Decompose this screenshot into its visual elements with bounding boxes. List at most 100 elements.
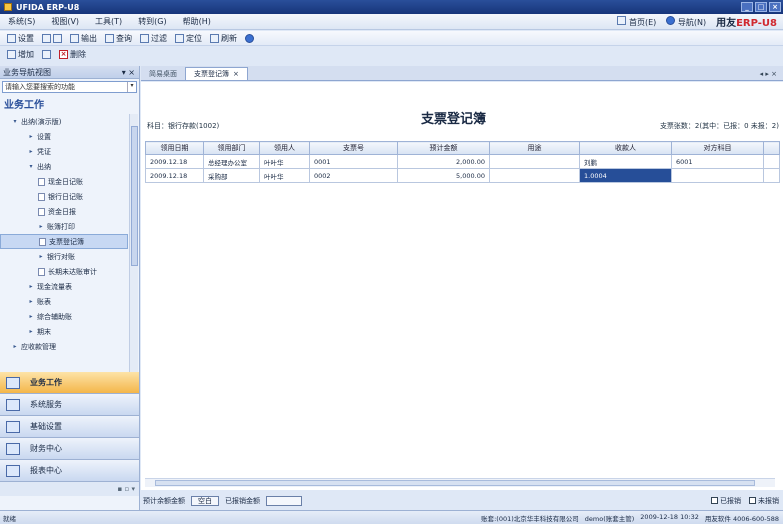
tree-node-selected[interactable]: 支票登记簿 bbox=[0, 234, 128, 249]
document-icon bbox=[39, 237, 46, 246]
tree-node[interactable]: ▸ 设置 bbox=[0, 129, 128, 144]
tab-close-icon[interactable]: × bbox=[233, 70, 239, 78]
subject-label: 科目：银行存款(1002) bbox=[147, 122, 220, 130]
menu-view[interactable]: 视图(V) bbox=[43, 16, 87, 27]
table-cell[interactable]: 2009.12.18 bbox=[145, 168, 204, 183]
table-cell[interactable] bbox=[763, 168, 780, 183]
tree-node[interactable]: 银行日记账 bbox=[0, 189, 128, 204]
column-header[interactable]: 收款人 bbox=[579, 141, 672, 155]
menu-system[interactable]: 系统(S) bbox=[0, 16, 43, 27]
function-tree: ▾ 出纳(演示版) ▸ 设置 ▸ 凭证 ▾ 出纳 现金日记账 银行日记账 资金日报 ▸ 账… bbox=[0, 114, 128, 370]
column-header[interactable]: 领用部门 bbox=[203, 141, 260, 155]
column-header[interactable]: 对方科目 bbox=[671, 141, 764, 155]
add-button[interactable]: 增加 bbox=[3, 49, 38, 60]
table-cell[interactable] bbox=[671, 168, 764, 183]
tree-node[interactable]: ▸ 应收款管理 bbox=[0, 339, 128, 354]
tree-node[interactable]: 资金日报 bbox=[0, 204, 128, 219]
column-header[interactable]: 用途 bbox=[489, 141, 580, 155]
close-icon[interactable]: × bbox=[769, 2, 781, 12]
nav-report-center[interactable]: 报表中心 bbox=[0, 460, 139, 482]
pin-close-icon[interactable]: ▾ × bbox=[122, 68, 139, 77]
locate-button[interactable]: 定位 bbox=[171, 33, 206, 44]
table-cell[interactable]: 5,000.00 bbox=[397, 168, 490, 183]
tree-node[interactable]: ▾ 出纳 bbox=[0, 159, 128, 174]
tree-node[interactable]: ▸ 综合辅助账 bbox=[0, 309, 128, 324]
date-status: 2009-12-18 10:32 bbox=[640, 512, 699, 521]
delete-button[interactable]: × 删除 bbox=[55, 49, 90, 60]
table-cell[interactable]: 采购部 bbox=[203, 168, 260, 183]
tab-check-register[interactable]: 支票登记簿 × bbox=[185, 67, 248, 80]
save-button[interactable] bbox=[38, 50, 55, 59]
tree-node[interactable]: ▾ 出纳(演示版) bbox=[0, 114, 128, 129]
reimbursed-amount-field[interactable] bbox=[266, 495, 302, 506]
tab-desktop[interactable]: 简易桌面 bbox=[141, 67, 185, 80]
status-text: 就绪 bbox=[3, 514, 16, 523]
edit-toolbar: 增加 × 删除 bbox=[0, 47, 150, 62]
print-button[interactable] bbox=[38, 33, 66, 43]
expected-balance-field[interactable]: 空白 bbox=[191, 495, 219, 506]
export-button[interactable]: 输出 bbox=[66, 33, 101, 44]
help-button[interactable] bbox=[241, 33, 258, 43]
refresh-button[interactable]: 刷新 bbox=[206, 33, 241, 44]
tree-node[interactable]: ▸ 凭证 bbox=[0, 144, 128, 159]
table-cell[interactable]: 2,000.00 bbox=[397, 154, 490, 169]
table-cell[interactable] bbox=[489, 168, 580, 183]
editing-cell[interactable]: 1.0004 bbox=[579, 168, 672, 183]
window-titlebar: UFIDA ERP-U8 _ □ × bbox=[0, 0, 783, 14]
document-icon bbox=[38, 207, 45, 216]
page-title: 支票登记簿 bbox=[421, 112, 487, 127]
minimize-icon[interactable]: _ bbox=[741, 2, 753, 12]
main-toolbar: 设置 输出 查询 过滤 定位 刷新 bbox=[0, 31, 783, 46]
table-cell[interactable]: 叶叶华 bbox=[259, 168, 310, 183]
table-cell[interactable]: 2009.12.18 bbox=[145, 154, 204, 169]
nav-finance-center[interactable]: 财务中心 bbox=[0, 438, 139, 460]
table-cell[interactable] bbox=[489, 154, 580, 169]
table-cell[interactable]: 6001 bbox=[671, 154, 764, 169]
settings-button[interactable]: 设置 bbox=[3, 33, 38, 44]
tree-node[interactable]: ▸ 现金流量表 bbox=[0, 279, 128, 294]
table-row[interactable]: 2009.12.18 总经理办公室 叶叶华 0001 2,000.00 刘鹏 6… bbox=[145, 154, 780, 169]
table-cell[interactable]: 0002 bbox=[309, 168, 398, 183]
tree-node[interactable]: 现金日记账 bbox=[0, 174, 128, 189]
column-header[interactable]: 预计金额 bbox=[397, 141, 490, 155]
nav-basic-settings[interactable]: 基础设置 bbox=[0, 416, 139, 438]
horizontal-scrollbar[interactable] bbox=[145, 478, 775, 487]
table-row[interactable]: 2009.12.18 采购部 叶叶华 0002 5,000.00 1.0004 bbox=[145, 168, 780, 183]
table-cell[interactable]: 叶叶华 bbox=[259, 154, 310, 169]
tree-node[interactable]: ▸ 期末 bbox=[0, 324, 128, 339]
column-header[interactable]: 领用人 bbox=[259, 141, 310, 155]
tree-node[interactable]: ▸ 银行对账 bbox=[0, 249, 128, 264]
column-header[interactable]: 领用日期 bbox=[145, 141, 204, 155]
reimbursed-checkbox[interactable]: 已报销 bbox=[711, 496, 741, 506]
tab-nav-arrows[interactable]: ◂ ▸ × bbox=[760, 70, 783, 80]
filter-button[interactable]: 过滤 bbox=[136, 33, 171, 44]
search-dropdown-icon[interactable]: ▾ bbox=[127, 82, 136, 92]
nav-business-work[interactable]: 业务工作 bbox=[0, 372, 139, 394]
table-cell[interactable] bbox=[763, 154, 780, 169]
table-cell[interactable]: 0001 bbox=[309, 154, 398, 169]
scrollbar-thumb[interactable] bbox=[131, 126, 138, 266]
maximize-icon[interactable]: □ bbox=[755, 2, 767, 12]
tree-node[interactable]: 长期未达账审计 bbox=[0, 264, 128, 279]
tree-scrollbar[interactable] bbox=[129, 114, 138, 372]
tree-node[interactable]: ▸ 账簿打印 bbox=[0, 219, 128, 234]
home-link[interactable]: 首页(E) bbox=[617, 15, 656, 28]
menu-goto[interactable]: 转到(G) bbox=[130, 16, 174, 27]
nav-options-icon[interactable]: ▪ ▫ ▾ bbox=[118, 485, 135, 493]
filter-icon bbox=[140, 33, 149, 43]
nav-system-service[interactable]: 系统服务 bbox=[0, 394, 139, 416]
table-cell[interactable]: 总经理办公室 bbox=[203, 154, 260, 169]
query-button[interactable]: 查询 bbox=[101, 33, 136, 44]
tree-node[interactable]: ▸ 账表 bbox=[0, 294, 128, 309]
account-status: 账套:(001)北京华丰科技有限公司 bbox=[481, 514, 579, 523]
menu-tools[interactable]: 工具(T) bbox=[87, 16, 130, 27]
column-header[interactable]: 支票号 bbox=[309, 141, 398, 155]
scrollbar-thumb[interactable] bbox=[155, 480, 755, 486]
module-nav: 业务工作 系统服务 基础设置 财务中心 报表中心 ▪ ▫ ▾ bbox=[0, 372, 139, 496]
unreimbursed-checkbox[interactable]: 未报销 bbox=[749, 496, 779, 506]
table-cell[interactable]: 刘鹏 bbox=[579, 154, 672, 169]
settings-icon bbox=[6, 420, 20, 433]
function-search-input[interactable]: 请输入您要搜索的功能 ▾ bbox=[2, 81, 137, 93]
menu-help[interactable]: 帮助(H) bbox=[175, 16, 219, 27]
nav-link[interactable]: 导航(N) bbox=[666, 15, 706, 28]
